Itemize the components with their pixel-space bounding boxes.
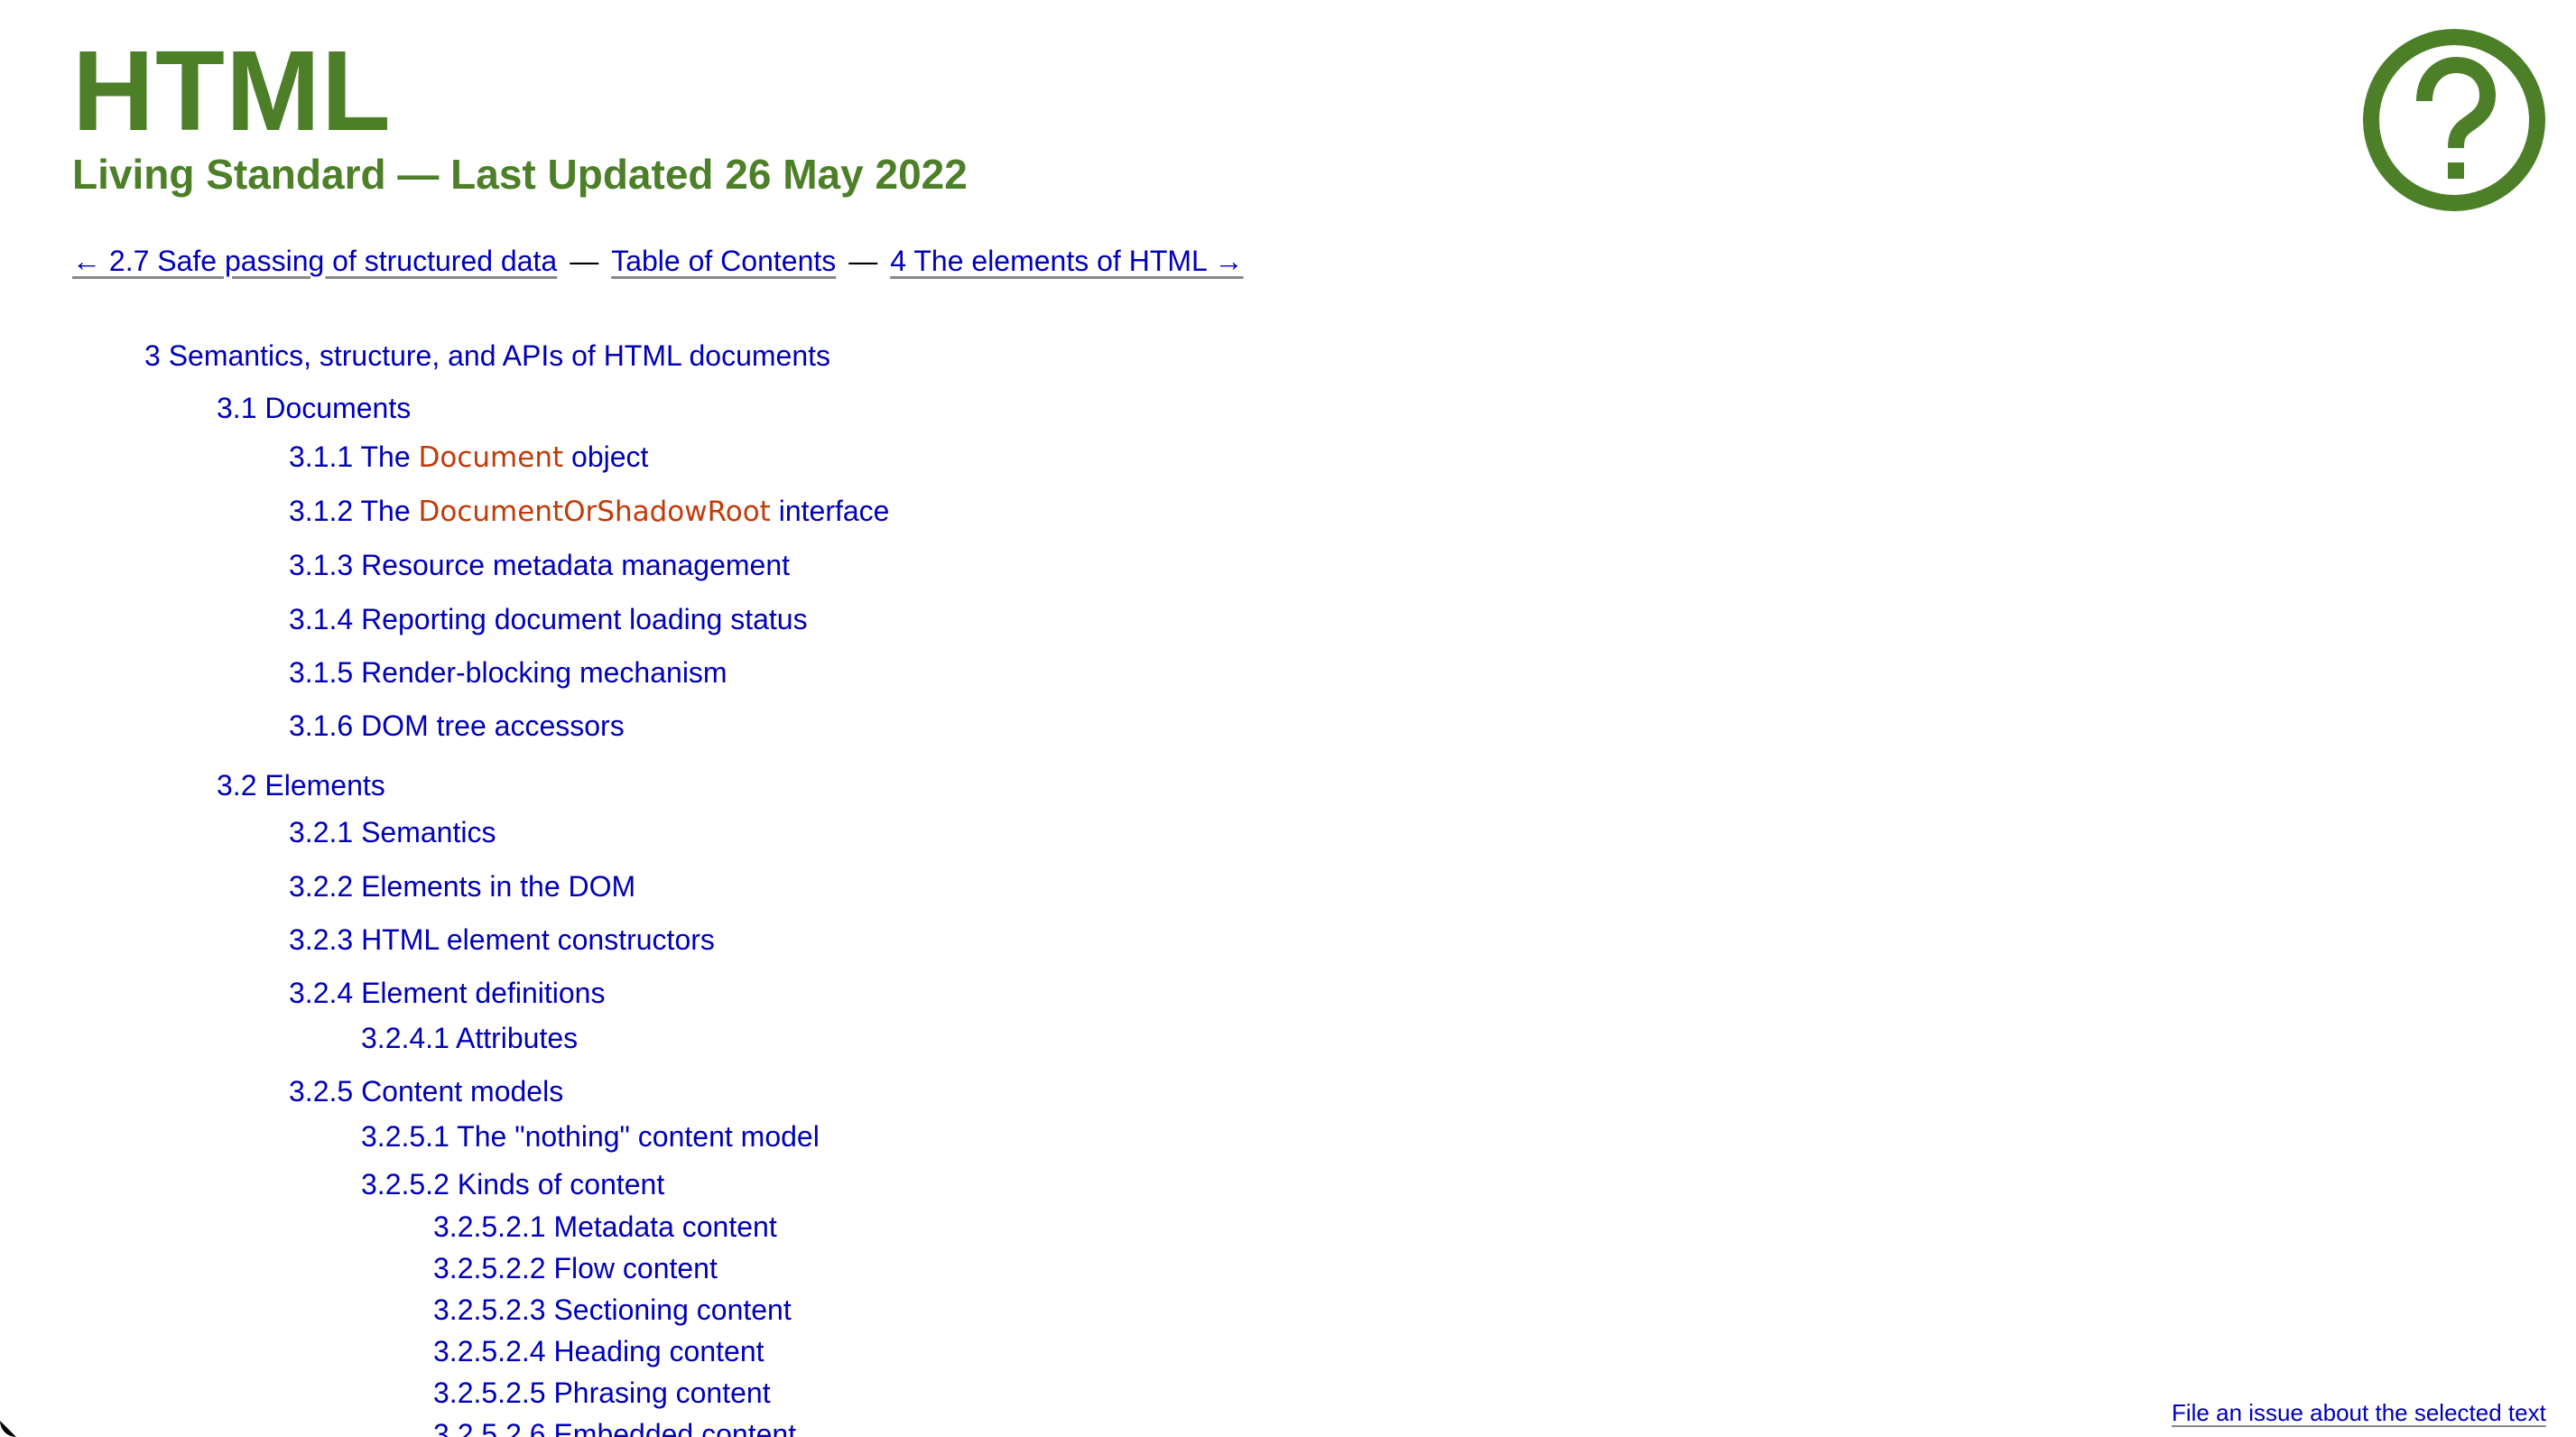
help-circle-icon[interactable] (2361, 27, 2547, 213)
code-term: Document (418, 441, 564, 474)
toc-item-text: interface (770, 495, 890, 527)
toc-item-3-2-2[interactable]: 3.2.2 Elements in the DOM (289, 872, 635, 901)
toc-item-3-1-4[interactable]: 3.1.4 Reporting document loading status (289, 605, 808, 634)
code-term: DocumentOrShadowRoot (418, 496, 771, 528)
toc-item-3-2-5-2-6[interactable]: 3.2.5.2.6 Embedded content (433, 1420, 796, 1437)
toc-item-3-2-5-2-3[interactable]: 3.2.5.2.3 Sectioning content (433, 1295, 792, 1324)
toc-item-3-2-3[interactable]: 3.2.3 HTML element constructors (289, 925, 715, 954)
toc-item-3-1-6[interactable]: 3.1.6 DOM tree accessors (289, 711, 625, 740)
table-of-contents-link[interactable]: Table of Contents (611, 245, 836, 277)
prev-section-link[interactable]: ← 2.7 Safe passing of structured data (72, 245, 557, 277)
toc-item-3-2-4[interactable]: 3.2.4 Element definitions (289, 978, 605, 1007)
toc-item-text: 3.1.2 The (289, 495, 419, 527)
page-subtitle: Living Standard — Last Updated 26 May 20… (72, 151, 968, 198)
section-navigation: ← 2.7 Safe passing of structured data — Ta… (72, 244, 1244, 278)
window-corner (0, 1421, 16, 1437)
toc-item-3-2-5-2-1[interactable]: 3.2.5.2.1 Metadata content (433, 1212, 777, 1241)
page-logo-title: HTML (72, 27, 392, 154)
next-section-link[interactable]: 4 The elements of HTML → (890, 245, 1243, 277)
toc-item-3-2-5-2-4[interactable]: 3.2.5.2.4 Heading content (433, 1337, 764, 1366)
page: HTML Living Standard — Last Updated 26 M… (0, 0, 2576, 1437)
toc-item-3-2-1[interactable]: 3.2.1 Semantics (289, 818, 496, 847)
nav-separator: — (570, 245, 599, 277)
file-issue-link[interactable]: File an issue about the selected text (2172, 1401, 2546, 1424)
toc-item-3-2[interactable]: 3.2 Elements (217, 771, 385, 800)
toc-item-3-2-5-2-5[interactable]: 3.2.5.2.5 Phrasing content (433, 1378, 771, 1407)
toc-item-3-1-5[interactable]: 3.1.5 Render-blocking mechanism (289, 658, 727, 687)
toc-item-3-2-5-1[interactable]: 3.2.5.1 The "nothing" content model (361, 1122, 820, 1151)
toc-item-3[interactable]: 3 Semantics, structure, and APIs of HTML… (144, 341, 830, 370)
nav-separator: — (848, 245, 878, 277)
toc-item-3-1-1[interactable]: 3.1.1 The Document object (289, 442, 648, 472)
toc-item-3-1-2[interactable]: 3.1.2 The DocumentOrShadowRoot interface (289, 496, 889, 526)
toc-item-text: 3.1.1 The (289, 440, 419, 473)
toc-item-3-2-5-2[interactable]: 3.2.5.2 Kinds of content (361, 1170, 664, 1199)
toc-item-3-2-5-2-2[interactable]: 3.2.5.2.2 Flow content (433, 1254, 718, 1283)
toc-item-3-2-4-1[interactable]: 3.2.4.1 Attributes (361, 1024, 578, 1052)
toc-item-3-1[interactable]: 3.1 Documents (217, 394, 411, 422)
toc-item-3-1-3[interactable]: 3.1.3 Resource metadata management (289, 551, 790, 579)
toc-item-text: object (563, 440, 649, 473)
toc-item-3-2-5[interactable]: 3.2.5 Content models (289, 1077, 563, 1106)
